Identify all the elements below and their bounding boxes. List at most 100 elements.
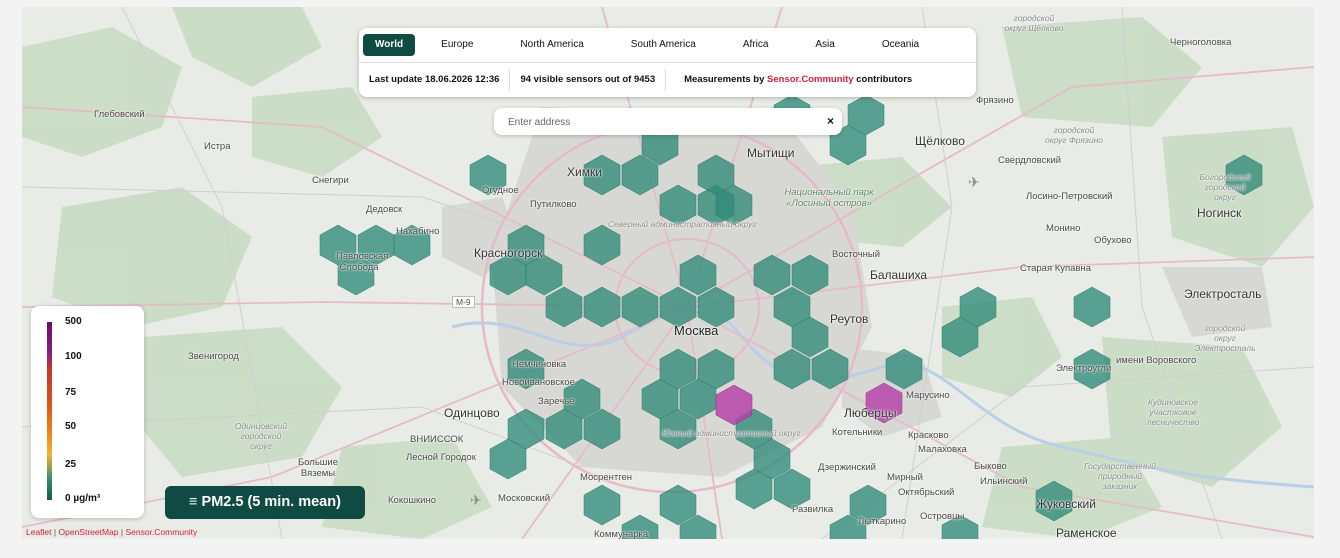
map-label: Дедовск [366, 204, 403, 215]
map-label: Развилка [792, 504, 834, 515]
map-label: Быково [974, 461, 1007, 472]
map-label: имени Воровского [1116, 355, 1197, 366]
map-label: Павловская Слобода [336, 251, 389, 273]
map-label: Монино [1046, 223, 1081, 234]
total-count: 9453 [633, 74, 656, 85]
tab-south-america[interactable]: South America [619, 34, 708, 56]
map-label: городской округ Электросталь [1194, 323, 1256, 353]
map-label: Ильинский [980, 476, 1028, 487]
legend-tick: 75 [65, 387, 77, 398]
visible-count: 94 [520, 74, 532, 85]
map-label: Старая Купавна [1020, 263, 1092, 274]
map-label: Электросталь [1184, 287, 1262, 301]
leaflet-link[interactable]: Leaflet [26, 527, 52, 537]
map-label: Большие Вяземы [297, 457, 338, 479]
legend-tick: 100 [65, 351, 82, 362]
legend-tick: 25 [65, 459, 77, 470]
map-label: Москва [674, 323, 719, 338]
status-row: Last update 18.06.2026 12:36 94 visible … [359, 62, 976, 97]
map-label: Химки [567, 165, 602, 179]
map-label: Одинцовский городской округ [234, 421, 288, 451]
osm-link[interactable]: OpenStreetMap [59, 527, 119, 537]
map-attribution: Leaflet | OpenStreetMap | Sensor.Communi… [26, 527, 197, 537]
map-label: Мирный [887, 472, 923, 483]
map-label: Жуковский [1036, 497, 1096, 511]
tab-africa[interactable]: Africa [731, 34, 781, 56]
map-label: Немчиновка [512, 359, 567, 370]
tab-world[interactable]: World [363, 34, 416, 56]
measurements-credit: Measurements by Sensor.Community contrib… [665, 69, 922, 91]
clear-icon[interactable]: × [827, 114, 834, 128]
airport-icon: ✈ [968, 175, 980, 191]
map-label: Кудиновское участковое лесничество [1146, 397, 1200, 427]
map-label: Лесной Городок [406, 452, 476, 463]
map-label: Лосино-Петровский [1026, 191, 1113, 202]
map-label: Мосрентген [580, 472, 633, 483]
map-label: Путилково [530, 199, 577, 210]
map-label: Островцы [920, 511, 965, 522]
legend-color-scale [47, 322, 52, 500]
map-label: Малаховка [918, 444, 967, 455]
map-container[interactable]: ✈ ✈ Москва Химки Мытищи Щёлково Балашиха… [22, 7, 1314, 539]
map-label: Богородский городской округ [1199, 172, 1251, 202]
map-label: Щёлково [915, 134, 965, 148]
map-label: Одинцово [444, 406, 500, 420]
map-label: Дзержинский [818, 462, 876, 473]
sensor-community-attribution-link[interactable]: Sensor.Community [125, 527, 197, 537]
map-label: Заречье [538, 396, 575, 407]
visible-text: visible sensors out of [533, 74, 632, 85]
map-label: Фрязино [976, 95, 1014, 106]
sensor-count: 94 visible sensors out of 9453 [509, 69, 665, 91]
map-label: Мытищи [747, 146, 795, 160]
map-label: Люберцы [844, 406, 897, 420]
map-label: Национальный парк «Лосиный остров» [784, 187, 874, 209]
address-search: × [494, 108, 842, 137]
attribution-separator: | [120, 527, 124, 537]
map-label: Южный административный округ [662, 428, 801, 438]
map-label: Огудное [482, 185, 519, 196]
map-label: городской округ Фрязино [1044, 125, 1103, 145]
map-label: Красногорск [474, 246, 543, 260]
map-label: Северный административный округ [608, 219, 757, 229]
map-label: Нахабино [396, 226, 440, 237]
map-label: Глебовский [94, 109, 145, 120]
region-tabs: World Europe North America South America… [359, 28, 976, 62]
map-label: Раменское [1056, 526, 1117, 539]
legend-tick: 50 [65, 421, 77, 432]
measurements-prefix: Measurements by [684, 74, 765, 85]
tab-oceania[interactable]: Oceania [870, 34, 931, 56]
map-label: Снегири [312, 175, 349, 186]
map-label: Лыткарино [858, 516, 907, 527]
measurements-suffix: contributors [856, 74, 913, 85]
map-label: Черноголовка [1170, 37, 1232, 48]
pollutant-selector-button[interactable]: ≡ PM2.5 (5 min. mean) [165, 486, 365, 519]
map-label: Реутов [830, 312, 869, 326]
map-label: Кокошкино [388, 495, 436, 506]
address-input[interactable] [494, 108, 810, 137]
tab-north-america[interactable]: North America [508, 34, 595, 56]
highway-shield: M-9 [452, 296, 475, 308]
map-label: Октябрьский [898, 487, 955, 498]
airport-icon: ✈ [470, 493, 482, 509]
map-label: Электроугли [1056, 363, 1112, 374]
last-update: Last update 18.06.2026 12:36 [369, 74, 500, 85]
map-label: Котельники [832, 427, 883, 438]
map-label: Звенигород [188, 351, 239, 362]
map-label: Балашиха [870, 268, 928, 282]
tab-asia[interactable]: Asia [803, 34, 846, 56]
attribution-separator: | [53, 527, 57, 537]
tab-europe[interactable]: Europe [429, 34, 485, 56]
map-label: Коммунарка [594, 529, 649, 539]
map-label: Ногинск [1197, 206, 1242, 220]
map-label: Московский [498, 493, 551, 504]
map-label: Новоивановское [502, 377, 575, 388]
sensor-community-link[interactable]: Sensor.Community [767, 74, 854, 85]
map-label: ВНИИССОК [410, 434, 464, 445]
legend-tick: 0 µg/m³ [65, 493, 101, 504]
legend-tick: 500 [65, 316, 82, 327]
map-label: Красково [908, 430, 949, 441]
map-label: Марусино [906, 390, 950, 401]
map-label: городской округ Щёлково [1004, 13, 1064, 33]
map-label: Восточный [832, 249, 881, 260]
map-label: Обухово [1094, 235, 1132, 246]
